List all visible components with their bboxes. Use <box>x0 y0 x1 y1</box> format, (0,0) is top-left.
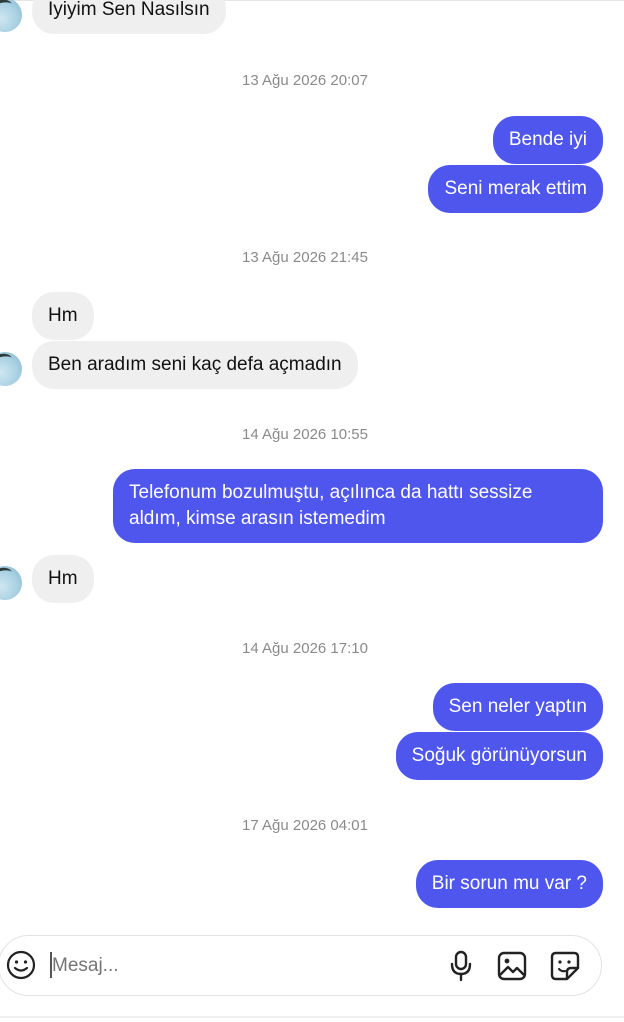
incoming-message[interactable]: Hm <box>32 292 94 340</box>
timestamp: 17 Ağu 2026 04:01 <box>242 817 368 834</box>
outgoing-message[interactable]: Bir sorun mu var ? <box>415 860 603 908</box>
timestamp: 13 Ağu 2026 21:45 <box>242 249 368 266</box>
microphone-icon[interactable] <box>449 950 473 982</box>
incoming-message[interactable]: Ben aradım seni kaç defa açmadın <box>32 341 358 389</box>
contact-avatar[interactable] <box>0 352 22 386</box>
contact-avatar[interactable] <box>0 0 22 32</box>
timestamp: 14 Ağu 2026 17:10 <box>242 640 368 657</box>
incoming-message[interactable]: Hm <box>32 555 94 603</box>
message-input[interactable] <box>52 954 412 978</box>
gallery-icon[interactable] <box>497 951 527 981</box>
outgoing-message[interactable]: Sen neler yaptın <box>432 683 603 731</box>
outgoing-message[interactable]: Bende iyi <box>492 116 603 164</box>
sticker-icon[interactable] <box>550 951 580 981</box>
outgoing-message[interactable]: Soğuk görünüyorsun <box>395 732 603 780</box>
incoming-message[interactable]: Iyiyim Sen Nasılsın <box>32 0 226 34</box>
emoji-icon[interactable] <box>6 950 36 980</box>
bottom-divider <box>0 1016 624 1018</box>
outgoing-message[interactable]: Seni merak ettim <box>428 165 603 213</box>
timestamp: 13 Ağu 2026 20:07 <box>242 72 368 89</box>
timestamp: 14 Ağu 2026 10:55 <box>242 426 368 443</box>
contact-avatar[interactable] <box>0 566 22 600</box>
outgoing-message[interactable]: Telefonum bozulmuştu, açılınca da hattı … <box>113 469 603 543</box>
